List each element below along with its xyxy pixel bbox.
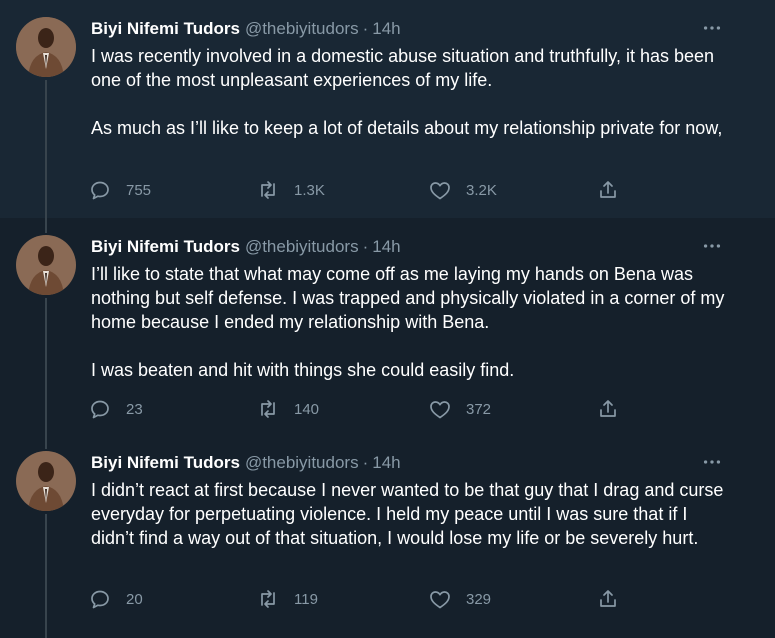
like-button[interactable]: 329: [428, 584, 491, 614]
heart-icon: [430, 591, 450, 609]
reply-button[interactable]: 23: [88, 394, 143, 424]
retweet-count: 1.3K: [294, 181, 325, 199]
tweet-2[interactable]: Biyi Nifemi Tudors @thebiyitudors · 14h …: [0, 218, 775, 434]
more-button[interactable]: [697, 16, 727, 40]
separator: ·: [362, 19, 369, 38]
reply-count: 20: [126, 590, 143, 608]
share-button[interactable]: [596, 394, 620, 424]
avatar-image: [16, 451, 76, 511]
tweet-actions: 23 140 372: [88, 394, 648, 424]
reply-button[interactable]: 20: [88, 584, 143, 614]
like-button[interactable]: 3.2K: [428, 175, 497, 205]
thread-line: [45, 514, 47, 638]
like-count: 329: [466, 590, 492, 608]
like-count: 3.2K: [466, 181, 497, 199]
tweet-thread: Biyi Nifemi Tudors @thebiyitudors · 14h …: [0, 0, 775, 638]
reply-count: 23: [126, 400, 143, 418]
like-button[interactable]: 372: [428, 394, 491, 424]
thread-line: [45, 298, 47, 434]
timestamp[interactable]: 14h: [372, 18, 400, 40]
retweet-icon: [261, 590, 275, 608]
thread-line: [45, 434, 47, 449]
author-name[interactable]: Biyi Nifemi Tudors: [91, 236, 240, 258]
retweet-button[interactable]: 119: [256, 584, 318, 614]
avatar[interactable]: [16, 235, 76, 295]
tweet-header: Biyi Nifemi Tudors @thebiyitudors · 14h: [91, 452, 401, 474]
author-handle[interactable]: @thebiyitudors: [245, 452, 359, 474]
more-horizontal-icon: [703, 460, 721, 464]
avatar-image: [16, 17, 76, 77]
timestamp[interactable]: 14h: [372, 236, 400, 258]
reply-button[interactable]: 755: [88, 175, 151, 205]
tweet-text: I was recently involved in a domestic ab…: [91, 46, 723, 138]
reply-icon: [91, 590, 109, 609]
tweet-header: Biyi Nifemi Tudors @thebiyitudors · 14h: [91, 236, 401, 258]
retweet-button[interactable]: 1.3K: [256, 175, 325, 205]
more-button[interactable]: [697, 450, 727, 474]
retweet-button[interactable]: 140: [256, 394, 319, 424]
more-horizontal-icon: [703, 26, 721, 30]
avatar[interactable]: [16, 451, 76, 511]
share-button[interactable]: [596, 584, 620, 614]
retweet-icon: [261, 400, 275, 418]
share-icon: [600, 590, 616, 607]
tweet-actions: 755 1.3K 3.2K: [88, 175, 648, 205]
retweet-count: 140: [294, 400, 320, 418]
avatar[interactable]: [16, 17, 76, 77]
heart-icon: [430, 401, 450, 419]
share-button[interactable]: [596, 175, 620, 205]
more-button[interactable]: [697, 234, 727, 258]
more-horizontal-icon: [703, 244, 721, 248]
thread-line: [45, 80, 47, 218]
tweet-1[interactable]: Biyi Nifemi Tudors @thebiyitudors · 14h …: [0, 0, 775, 218]
reply-count: 755: [126, 181, 152, 199]
like-count: 372: [466, 400, 492, 418]
tweet-header: Biyi Nifemi Tudors @thebiyitudors · 14h: [91, 18, 401, 40]
tweet-text: I’ll like to state that what may come of…: [91, 264, 725, 380]
reply-icon: [91, 181, 109, 200]
share-icon: [600, 181, 616, 198]
tweet-3[interactable]: Biyi Nifemi Tudors @thebiyitudors · 14h …: [0, 434, 775, 638]
separator: ·: [362, 237, 369, 256]
author-handle[interactable]: @thebiyitudors: [245, 236, 359, 258]
timestamp[interactable]: 14h: [372, 452, 400, 474]
separator: ·: [362, 453, 369, 472]
author-name[interactable]: Biyi Nifemi Tudors: [91, 18, 240, 40]
thread-line: [45, 218, 47, 233]
tweet-text: I didn’t react at first because I never …: [91, 480, 729, 548]
author-handle[interactable]: @thebiyitudors: [245, 18, 359, 40]
heart-icon: [430, 182, 450, 200]
retweet-count: 119: [294, 590, 318, 608]
tweet-actions: 20 119 329: [88, 584, 648, 614]
share-icon: [600, 400, 616, 417]
author-name[interactable]: Biyi Nifemi Tudors: [91, 452, 240, 474]
avatar-image: [16, 235, 76, 295]
reply-icon: [91, 400, 109, 419]
retweet-icon: [261, 181, 275, 199]
